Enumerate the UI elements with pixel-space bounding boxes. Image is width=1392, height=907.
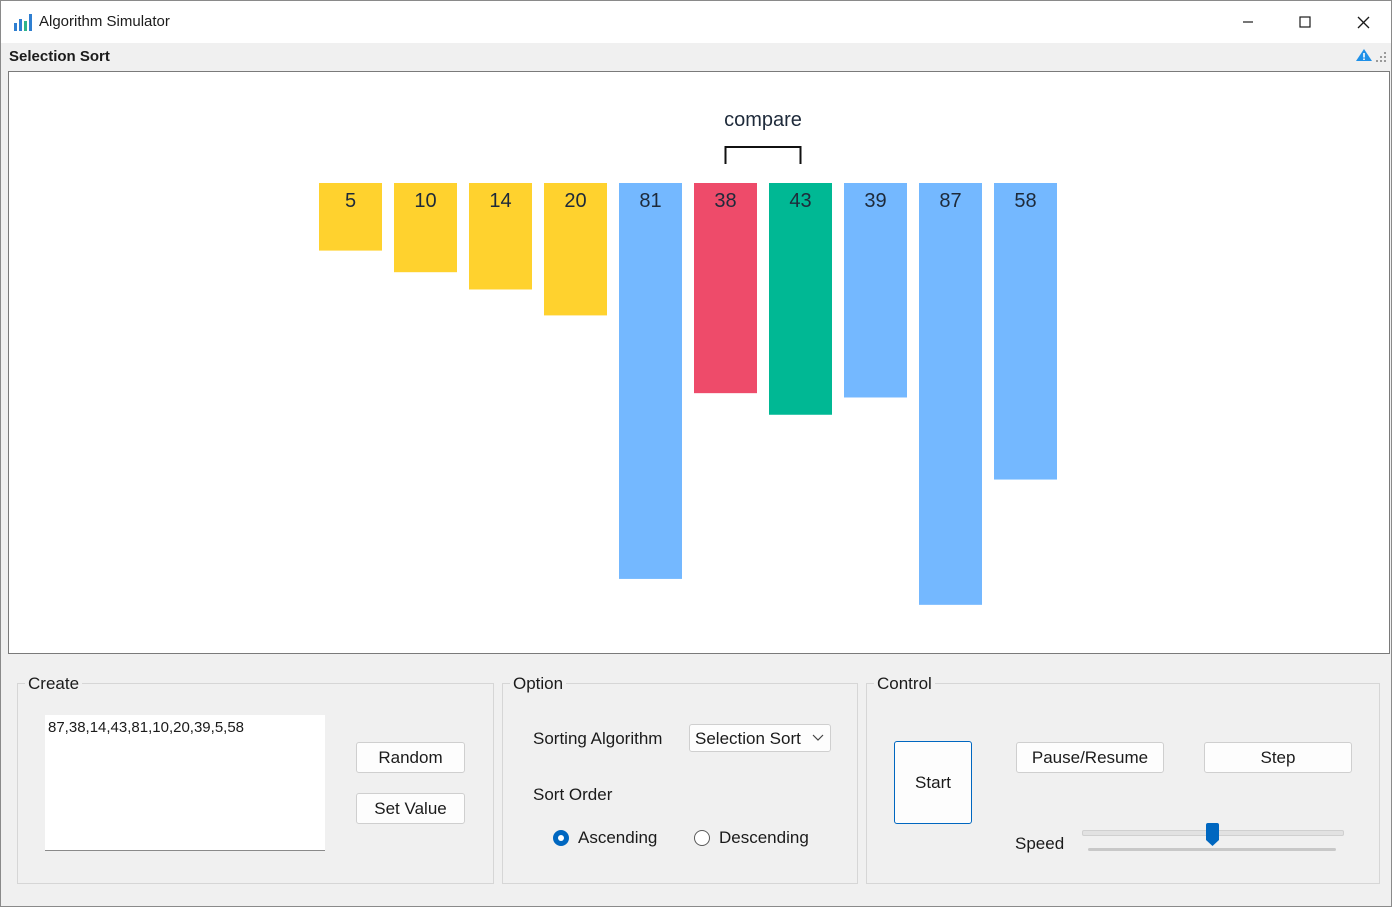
maximize-button[interactable] [1276,1,1334,43]
speed-label: Speed [1015,834,1065,853]
close-button[interactable] [1334,1,1392,43]
minimize-icon [1243,21,1253,23]
bar-unsorted [844,183,907,398]
random-button[interactable]: Random [356,742,465,773]
speed-slider-tick-bar [1088,848,1336,851]
descending-label: Descending [719,828,809,847]
chevron-down-icon [812,734,824,741]
bar-value-label: 14 [489,190,511,212]
option-legend: Option [510,674,567,694]
sorting-algorithm-label: Sorting Algorithm [533,729,663,748]
resize-grip-icon[interactable] [1375,51,1387,63]
descending-radio[interactable]: Descending [694,828,809,848]
app-window: Algorithm Simulator Selection Sort 5 10 14… [0,0,1392,907]
ascending-radio[interactable]: Ascending [553,828,657,848]
bar-visualization: 5 10 14 20 81 38 43 39 87 58 compare [319,109,1057,605]
sorting-algorithm-value: Selection Sort [695,729,801,748]
speed-slider-thumb[interactable] [1205,823,1220,847]
bar-comparing [769,183,832,415]
bar-value-label: 39 [864,190,886,212]
bar-value-label: 43 [789,190,811,212]
bar-chart-icon [14,14,32,31]
bar-current-min [694,183,757,394]
bar-value-label: 58 [1014,190,1036,212]
compare-label: compare [724,109,802,131]
bar-value-label: 87 [939,190,961,212]
bar-unsorted [919,183,982,605]
bar-value-label: 81 [639,190,661,212]
compare-bracket [724,146,802,164]
sort-order-label: Sort Order [533,785,613,804]
create-legend: Create [25,674,83,694]
close-icon [1357,16,1369,28]
pause-resume-button[interactable]: Pause/Resume [1016,742,1164,773]
bar-unsorted [994,183,1057,480]
bar-value-label: 38 [714,190,736,212]
values-input[interactable]: 87,38,14,43,81,10,20,39,5,58 [45,715,325,851]
maximize-icon [1299,16,1311,28]
warning-icon [1356,49,1372,61]
title-bar[interactable]: Algorithm Simulator [1,1,1391,43]
minimize-button[interactable] [1219,1,1277,43]
bar-unsorted [619,183,682,579]
bar-value-label: 20 [564,190,586,212]
step-button[interactable]: Step [1204,742,1352,773]
panel-caption-row: Selection Sort [1,43,1391,69]
radio-selected-icon [553,830,569,846]
option-group: Option [502,674,858,884]
set-value-button[interactable]: Set Value [356,793,465,824]
window-title: Algorithm Simulator [39,13,170,30]
start-button[interactable]: Start [894,741,972,824]
radio-unselected-icon [694,830,710,846]
bar-value-label: 10 [414,190,436,212]
bar-value-label: 5 [345,190,356,212]
ascending-label: Ascending [578,828,658,847]
sorting-algorithm-select[interactable]: Selection Sort [689,724,831,752]
panel-caption: Selection Sort [9,48,110,65]
control-legend: Control [874,674,935,694]
sort-visualization-canvas: 5 10 14 20 81 38 43 39 87 58 compare [8,71,1390,654]
